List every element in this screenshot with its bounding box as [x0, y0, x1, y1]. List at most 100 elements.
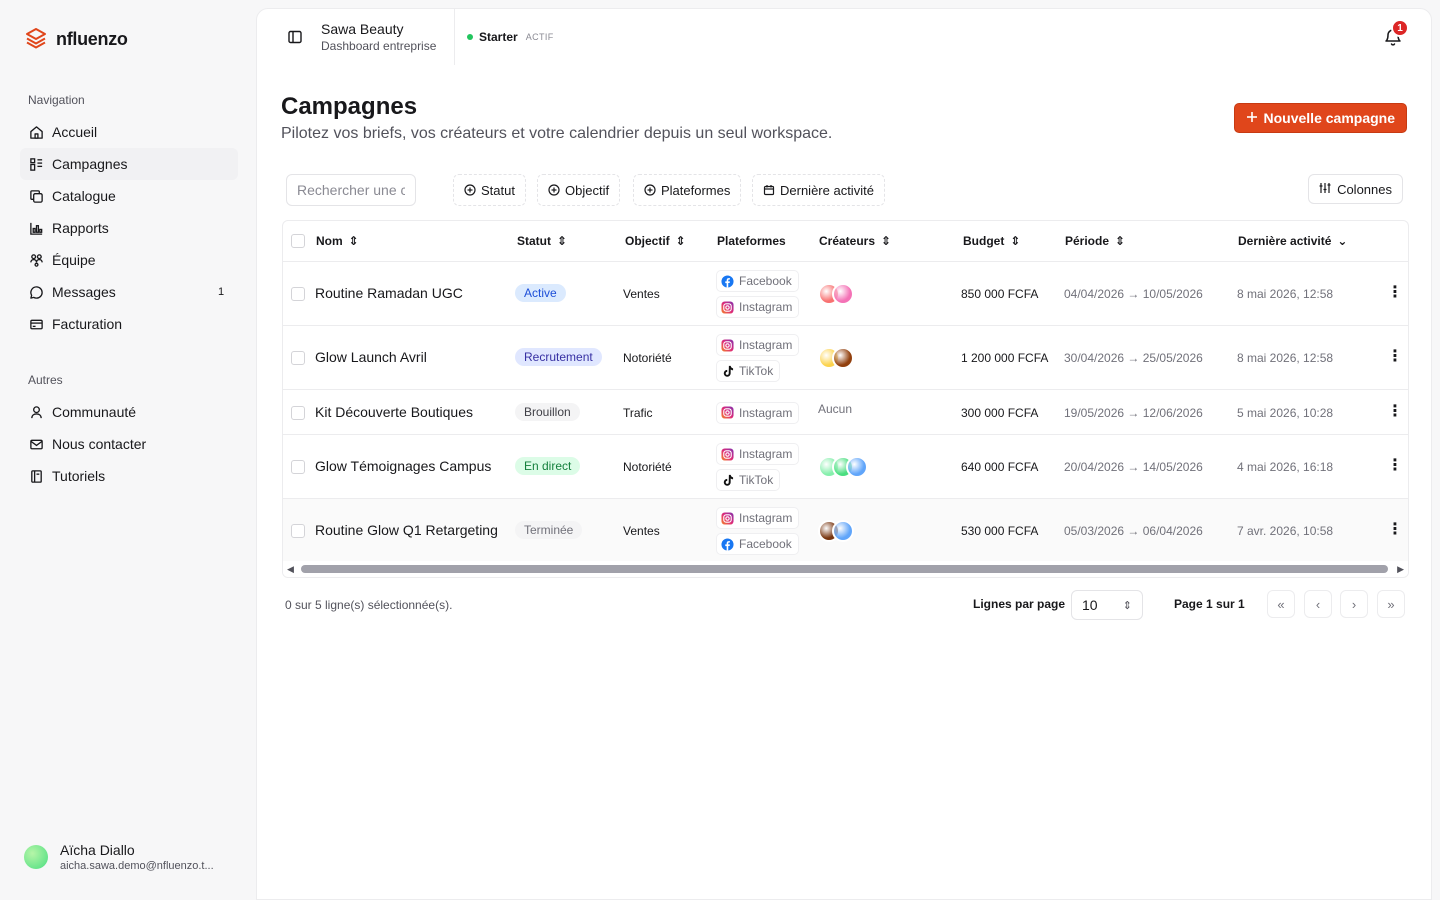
sidebar-item-messages[interactable]: Messages 1	[20, 276, 238, 308]
row-checkbox[interactable]	[291, 524, 305, 538]
table-row[interactable]: Glow Launch Avril Recrutement Notoriété Ins…	[283, 326, 1408, 390]
more-actions-icon[interactable]: ⋮	[1387, 285, 1403, 301]
sidebar-item-rapports[interactable]: Rapports	[20, 212, 238, 244]
sidebar-item-tutoriels[interactable]: Tutoriels	[20, 460, 238, 492]
last-activity: 8 mai 2026, 12:58	[1237, 287, 1334, 301]
row-checkbox[interactable]	[291, 351, 305, 365]
sidebar-item-nous-contacter[interactable]: Nous contacter	[20, 428, 238, 460]
topbar: Sawa Beauty Dashboard entreprise Starter…	[257, 9, 1431, 65]
brand[interactable]: nfluenzo	[24, 26, 128, 53]
nav-group-label: Navigation	[28, 93, 85, 107]
next-page-button[interactable]: ›	[1340, 590, 1368, 618]
status-badge: Recrutement	[515, 348, 602, 366]
filter-derniere-activite-button[interactable]: Dernière activité	[752, 174, 885, 206]
last-page-button[interactable]: »	[1377, 590, 1405, 618]
period: 19/05/2026 → 12/06/2026	[1064, 405, 1203, 420]
select-all-checkbox[interactable]	[291, 234, 305, 248]
status-badge: Active	[515, 284, 566, 302]
rows-per-page-value: 10	[1082, 597, 1098, 613]
header-status[interactable]: Statut ⇕	[517, 234, 567, 248]
sort-icon: ⇕	[881, 234, 892, 248]
campaign-name[interactable]: Routine Ramadan UGC	[315, 285, 463, 301]
period: 30/04/2026 → 25/05/2026	[1064, 351, 1203, 365]
chevron-updown-icon: ⇕	[1122, 599, 1132, 612]
table-row[interactable]: Routine Glow Q1 Retargeting Terminée Vente…	[283, 499, 1408, 563]
unread-count: 1	[217, 286, 225, 298]
header-creators[interactable]: Créateurs ⇕	[819, 234, 891, 248]
creator-avatars[interactable]	[818, 520, 854, 542]
user-menu[interactable]: Aïcha Diallo aicha.sawa.demo@nfluenzo.t.…	[24, 842, 230, 872]
sort-icon: ⇕	[1010, 234, 1021, 248]
creator-avatars[interactable]	[818, 283, 854, 305]
creator-avatars[interactable]	[818, 456, 868, 478]
row-checkbox[interactable]	[291, 460, 305, 474]
sidebar-item-accueil[interactable]: Accueil	[20, 116, 238, 148]
table-row[interactable]: Kit Découverte Boutiques Brouillon Trafic I…	[283, 390, 1408, 435]
horizontal-scrollbar[interactable]: ◀ ▶	[283, 561, 1408, 577]
new-campaign-button[interactable]: Nouvelle campagne	[1233, 103, 1407, 133]
scroll-left-icon[interactable]: ◀	[287, 564, 294, 575]
header-objective[interactable]: Objectif ⇕	[625, 234, 686, 248]
campaign-name[interactable]: Kit Découverte Boutiques	[315, 404, 473, 420]
budget: 850 000 FCFA	[961, 287, 1039, 301]
sort-icon: ⇕	[557, 234, 568, 248]
home-icon	[28, 124, 44, 140]
prev-page-button[interactable]: ‹	[1304, 590, 1332, 618]
filter-statut-button[interactable]: Statut	[453, 174, 526, 206]
calendar-icon	[763, 184, 775, 196]
campaign-name[interactable]: Glow Témoignages Campus	[315, 458, 491, 474]
topbar-divider	[454, 9, 455, 65]
sidebar-item-equipe[interactable]: Équipe	[20, 244, 238, 276]
header-last-activity[interactable]: Dernière activité ⌄	[1238, 234, 1347, 248]
columns-button[interactable]: Colonnes	[1308, 174, 1403, 204]
header-name[interactable]: Nom ⇕	[316, 234, 359, 248]
plan-name: Starter	[479, 30, 518, 44]
budget: 530 000 FCFA	[961, 524, 1039, 538]
budget: 300 000 FCFA	[961, 405, 1039, 420]
campaign-name[interactable]: Glow Launch Avril	[315, 349, 427, 365]
table-header: Nom ⇕ Statut ⇕ Objectif ⇕ Plateformes Créat…	[283, 221, 1408, 262]
header-period[interactable]: Période ⇕	[1065, 234, 1125, 248]
platform-chip: Instagram	[716, 443, 800, 465]
chevrons-right-icon: »	[1387, 596, 1395, 612]
sidebar-item-label: Campagnes	[52, 156, 128, 172]
platform-chip: TikTok	[716, 360, 781, 382]
platform-chip: Instagram	[716, 296, 800, 318]
more-actions-icon[interactable]: ⋮	[1387, 458, 1403, 474]
creators-empty: Aucun	[818, 401, 853, 416]
creator-avatars[interactable]	[818, 347, 854, 369]
filter-plateformes-button[interactable]: Plateformes	[633, 174, 742, 206]
scroll-right-icon[interactable]: ▶	[1397, 564, 1404, 575]
sidebar-item-communaute[interactable]: Communauté	[20, 396, 238, 428]
sidebar-item-catalogue[interactable]: Catalogue	[20, 180, 238, 212]
more-actions-icon[interactable]: ⋮	[1387, 522, 1403, 538]
page-indicator: Page 1 sur 1	[1174, 597, 1245, 611]
sidebar-toggle-icon[interactable]	[287, 29, 303, 48]
sidebar-item-label: Rapports	[52, 220, 109, 236]
row-checkbox[interactable]	[291, 405, 305, 420]
tiktok-icon	[721, 474, 734, 487]
header-budget[interactable]: Budget ⇕	[963, 234, 1020, 248]
sidebar-item-facturation[interactable]: Facturation	[20, 308, 238, 340]
more-actions-icon[interactable]: ⋮	[1387, 349, 1403, 365]
avatar	[846, 456, 868, 478]
user-email: aicha.sawa.demo@nfluenzo.t...	[60, 860, 214, 872]
mail-icon	[28, 436, 44, 452]
table-row[interactable]: Routine Ramadan UGC Active Ventes Facebook I…	[283, 262, 1408, 326]
first-page-button[interactable]: «	[1267, 590, 1295, 618]
more-actions-icon[interactable]: ⋮	[1387, 403, 1403, 420]
scrollbar-thumb[interactable]	[301, 565, 1388, 573]
org-switcher[interactable]: Sawa Beauty Dashboard entreprise	[321, 21, 436, 53]
sort-icon: ⇕	[348, 234, 359, 248]
instagram-icon	[721, 406, 734, 419]
platforms: Instagram TikTok	[716, 334, 800, 382]
search-input[interactable]	[286, 174, 416, 206]
rows-per-page-select[interactable]: 10 ⇕	[1071, 590, 1143, 620]
sidebar-item-campagnes[interactable]: Campagnes	[20, 148, 238, 180]
campaign-name[interactable]: Routine Glow Q1 Retargeting	[315, 522, 498, 538]
row-checkbox[interactable]	[291, 287, 305, 301]
filter-objectif-button[interactable]: Objectif	[537, 174, 621, 206]
circle-plus-icon	[644, 184, 656, 196]
table-row[interactable]: Glow Témoignages Campus En direct Notoriét…	[283, 435, 1408, 499]
facebook-icon	[721, 274, 734, 288]
